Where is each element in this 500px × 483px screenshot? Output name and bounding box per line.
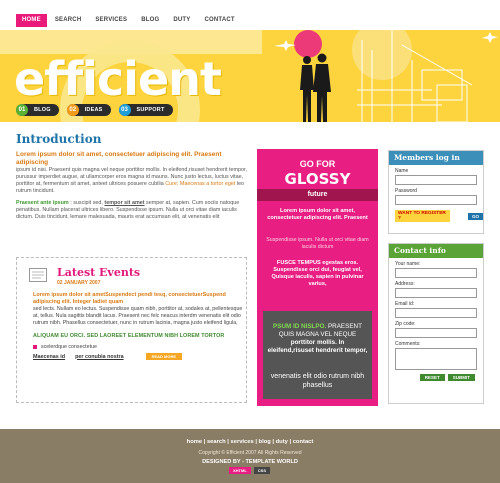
events-bullet-text: scelerdque consectetue (41, 344, 97, 350)
contact-name-input[interactable] (395, 268, 477, 278)
intro-highlight: Cure; Maecenas a tortor eget (165, 181, 236, 187)
events-date: 02 JANUARY 2007 (57, 280, 101, 286)
site-logo[interactable]: efficient (14, 52, 222, 106)
contact-title: Contact info (389, 244, 483, 258)
intro-link[interactable]: tempor sit amet (104, 200, 144, 206)
name-label: Name (395, 168, 409, 174)
nav-blog[interactable]: BLOG (135, 14, 165, 27)
pill-label: IDEAS (84, 107, 103, 113)
contact-email-input[interactable] (395, 308, 477, 318)
promo-grey-green: PSUM ID NISLPO. (273, 323, 327, 330)
events-link-2[interactable]: per conubia nostra (75, 354, 124, 360)
pill-support[interactable]: 03 SUPPORT (118, 104, 173, 116)
contact-buttons: RESET SUBMIT (389, 374, 475, 381)
reset-button[interactable]: RESET (419, 374, 445, 381)
pill-number: 02 (66, 104, 79, 116)
password-label: Password (395, 188, 417, 194)
nav-contact[interactable]: CONTACT (198, 14, 240, 27)
events-bullet: scelerdque consectetue (33, 344, 245, 350)
events-links: Maecenas id per conubia nostra READ MORE (33, 353, 245, 360)
login-name-input[interactable] (395, 175, 477, 185)
nav-search[interactable]: SEARCH (49, 14, 88, 27)
intro-text: : suscipit sed, (70, 200, 103, 206)
email-label: Email id: (395, 301, 415, 307)
nav-home[interactable]: HOME (16, 14, 47, 27)
promo-text-c: FUSCE TEMPUS egestas eros. Suspendisse o… (271, 260, 364, 287)
events-title: Latest Events (57, 266, 141, 279)
intro-section: Introduction Lorem ipsum dolor sit amet,… (16, 132, 250, 221)
intro-paragraph: ipsum id nisi. Praesent quis magna vel n… (16, 167, 250, 195)
your-name-label: Your name: (395, 261, 421, 267)
promo-grey-bold: porttitor mollis. In eleifend,risuset he… (267, 339, 368, 354)
pill-navigation: 01 BLOG 02 IDEAS 03 SUPPORT (16, 104, 173, 116)
zip-label: Zip code: (395, 321, 416, 327)
contact-zip-input[interactable] (395, 328, 477, 338)
css-badge[interactable]: CSS (253, 467, 271, 474)
members-login-box: Members log in Name Password WANT TO REG… (388, 150, 484, 234)
events-green-heading: ALIQUAM EU ORCI. SED LAOREET ELEMENTUM N… (33, 333, 225, 339)
nav-services[interactable]: SERVICES (89, 14, 133, 27)
promo-grey-text: PSUM ID NISLPO. PRAESENT QUIS MAGNA VEL … (267, 323, 368, 355)
register-link[interactable]: WANT TO REGISTER ? (395, 210, 450, 222)
contact-info-box: Contact info Your name: Address: Email i… (388, 243, 484, 404)
pill-blog[interactable]: 01 BLOG (16, 104, 59, 116)
footer-badges: XHTML CSS (229, 467, 271, 474)
intro-subhead: Praesent ante ipsum (16, 200, 69, 206)
promo-go: GO FOR (299, 159, 336, 169)
newspaper-icon (29, 268, 47, 282)
events-link-1[interactable]: Maecenas id (33, 354, 65, 360)
register-row: WANT TO REGISTER ? GO (395, 210, 483, 222)
members-title: Members log in (389, 151, 483, 165)
contact-address-input[interactable] (395, 288, 477, 298)
promo-text-b: Suspendisse ipsum. Nulla ut orci vitae d… (266, 237, 369, 250)
nav-menu: HOME SEARCH SERVICES BLOG DUTY CONTACT (16, 14, 243, 27)
comments-label: Comments: (395, 341, 421, 347)
pill-label: SUPPORT (136, 107, 165, 113)
promo-future: future (257, 189, 378, 201)
events-text: sed lects. Nullam eo lectus. Suspendisse… (33, 306, 243, 326)
footer-designed-by: DESIGNED BY - TEMPLATE WORLD (202, 459, 298, 465)
go-button[interactable]: GO (467, 212, 483, 220)
promo-box: GO FOR GLOSSY future Lorem ipsum dolor s… (257, 149, 378, 406)
footer: home | search | services | blog | duty |… (0, 429, 500, 483)
bullet-icon (33, 345, 37, 349)
promo-header: GO FOR GLOSSY future (257, 149, 378, 203)
intro-heading: Lorem ipsum dolor sit amet, consectetuer… (16, 151, 222, 166)
latest-events-box: Latest Events 02 JANUARY 2007 Lorem ipsu… (16, 257, 247, 403)
promo-glossy: GLOSSY (284, 170, 351, 188)
intro-title: Introduction (16, 132, 102, 146)
pill-number: 01 (16, 104, 28, 116)
promo-grey-panel: PSUM ID NISLPO. PRAESENT QUIS MAGNA VEL … (263, 311, 372, 399)
footer-links[interactable]: home | search | services | blog | duty |… (0, 439, 500, 445)
pill-ideas[interactable]: 02 IDEAS (66, 104, 111, 116)
events-body: Lorem ipsum dolor sit ametSuspendect pen… (33, 292, 245, 360)
pill-number: 03 (118, 104, 131, 116)
read-more-button[interactable]: READ MORE (145, 353, 183, 360)
address-label: Address: (395, 281, 415, 287)
login-password-input[interactable] (395, 195, 477, 205)
contact-comments-textarea[interactable] (395, 348, 477, 370)
header-illustration (262, 30, 500, 122)
footer-copyright: Copyright © Efficient 2007 All Rights Re… (198, 450, 302, 456)
intro-paragraph-2: Praesent ante ipsum : suscipit sed, temp… (16, 200, 250, 221)
submit-button[interactable]: SUBMIT (447, 374, 475, 381)
xhtml-badge[interactable]: XHTML (229, 467, 251, 474)
promo-grey-footer: venenatis elit odio rutrum nibh phasellu… (270, 373, 365, 389)
nav-duty[interactable]: DUTY (167, 14, 196, 27)
promo-text-a: Lorem ipsum dolor sit amet, consectetuer… (267, 208, 368, 221)
events-lead: Lorem ipsum dolor sit ametSuspendect pen… (33, 292, 226, 305)
page: HOME SEARCH SERVICES BLOG DUTY CONTACT e… (0, 0, 500, 483)
pill-label: BLOG (34, 107, 51, 113)
